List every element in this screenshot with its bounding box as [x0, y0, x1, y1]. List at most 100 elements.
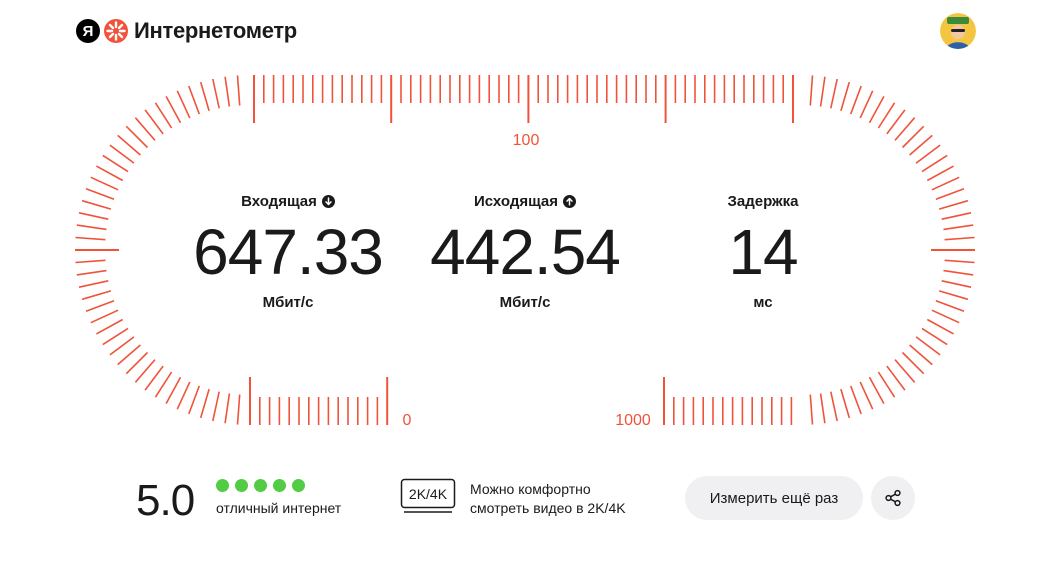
gauge-tick: [199, 81, 210, 112]
gauge-tick: [102, 327, 129, 346]
gauge-tick: [236, 394, 241, 425]
latency-value: 14: [728, 216, 798, 288]
gauge-tick: [144, 109, 164, 135]
gauge-tick: [81, 290, 112, 301]
gauge-tick: [102, 154, 129, 173]
gauge-tick: [840, 388, 851, 419]
gauge-tick: [943, 269, 974, 276]
gauge-tick: [921, 327, 948, 346]
arrow-up-icon: [563, 194, 577, 208]
gauge-tick: [188, 85, 201, 115]
gauge-tick: [78, 280, 109, 288]
gauge-tick: [877, 102, 896, 129]
gauge-tick: [909, 344, 933, 366]
gauge-tick: [909, 134, 933, 156]
gauge-tick: [117, 134, 141, 156]
gauge-tick: [117, 344, 141, 366]
gauge-tick: [915, 336, 941, 356]
share-icon: [885, 489, 901, 507]
gauge-tick: [85, 299, 115, 312]
rating-dot: [273, 479, 286, 492]
download-label: Входящая: [241, 192, 317, 210]
gauge-tick: [894, 117, 916, 141]
download-unit: Мбит/с: [262, 294, 314, 311]
rating-dot: [235, 479, 248, 492]
gauge-tick: [938, 290, 969, 301]
rating-dot: [292, 479, 305, 492]
app-title: Интернетометр: [134, 18, 297, 43]
gauge-tick: [868, 96, 885, 124]
gauge-tick: [76, 224, 107, 231]
gauge-tick: [926, 318, 954, 335]
rating-dot: [216, 479, 229, 492]
gauge-tick: [886, 109, 906, 135]
gauge-tick: [125, 125, 149, 149]
yandex-logo[interactable]: Я: [76, 19, 100, 43]
gauge-label-0: 0: [403, 412, 412, 429]
gauge-tick: [176, 90, 191, 119]
gauge-tick: [859, 381, 874, 410]
gauge-tick: [199, 388, 210, 419]
gauge-tick: [90, 309, 119, 324]
gauge-tick: [76, 269, 107, 276]
gauge-tick: [819, 393, 826, 424]
retry-button[interactable]: Измерить ещё раз: [685, 476, 863, 520]
gauge-tick: [915, 144, 941, 164]
rating-text: отличный интернет: [216, 500, 342, 516]
gauge-tick: [830, 78, 838, 109]
gauge-tick: [85, 188, 115, 201]
gauge-tick: [877, 371, 896, 398]
gauge-tick: [96, 318, 124, 335]
gauge-tick: [931, 176, 960, 191]
gauge-tick: [78, 212, 109, 220]
upload-metric: Исходящая 442.54 Мбит/с: [405, 190, 645, 312]
internetometer-logo-icon: [104, 19, 128, 43]
arrow-down-icon: [321, 194, 335, 208]
share-button[interactable]: [871, 476, 915, 520]
latency-unit: мс: [753, 294, 773, 311]
header: Я Интернетометр: [76, 15, 297, 47]
gauge-tick: [901, 351, 925, 375]
upload-label: Исходящая: [473, 192, 559, 210]
gauge-tick: [212, 78, 220, 109]
gauge-tick: [938, 199, 969, 210]
upload-unit: Мбит/с: [499, 294, 551, 311]
gauge-tick: [859, 90, 874, 119]
download-metric: Входящая 647.33 Мбит/с: [168, 190, 408, 312]
gauge-tick: [943, 224, 974, 231]
gauge-label-1000: 1000: [615, 412, 651, 429]
gauge-tick: [944, 259, 975, 264]
gauge-tick: [125, 351, 149, 375]
gauge-tick: [188, 385, 201, 415]
rating-dot: [254, 479, 267, 492]
gauge-tick: [109, 336, 135, 356]
gauge-label-100: 100: [513, 132, 540, 149]
gauge-tick: [840, 81, 851, 112]
gauge-tick: [176, 381, 191, 410]
gauge-tick: [809, 394, 814, 425]
upload-value: 442.54: [430, 216, 621, 288]
gauge-tick: [90, 176, 119, 191]
gauge-tick: [935, 299, 965, 312]
gauge-tick: [868, 376, 885, 404]
gauge-tick: [75, 259, 106, 264]
gauge-tick: [165, 96, 182, 124]
gauge-tick: [931, 309, 960, 324]
user-avatar[interactable]: [940, 13, 976, 49]
latency-metric: Задержка 14 мс: [643, 190, 883, 312]
rating-dots: [216, 479, 305, 492]
gauge-tick: [894, 359, 916, 383]
gauge-tick: [212, 391, 220, 422]
gauge-tick: [941, 280, 972, 288]
latency-label: Задержка: [727, 192, 799, 210]
gauge-tick: [224, 393, 231, 424]
gauge-tick: [886, 365, 906, 391]
gauge-tick: [154, 102, 173, 129]
quality-text-line1: Можно комфортно: [470, 481, 591, 497]
gauge-tick: [921, 154, 948, 173]
gauge-tick: [849, 85, 862, 115]
quality-description: Можно комфортно смотреть видео в 2K/4K: [470, 480, 626, 518]
gauge-tick: [165, 376, 182, 404]
gauge-tick: [819, 76, 826, 107]
quality-badge-text: 2K/4K: [409, 486, 448, 502]
